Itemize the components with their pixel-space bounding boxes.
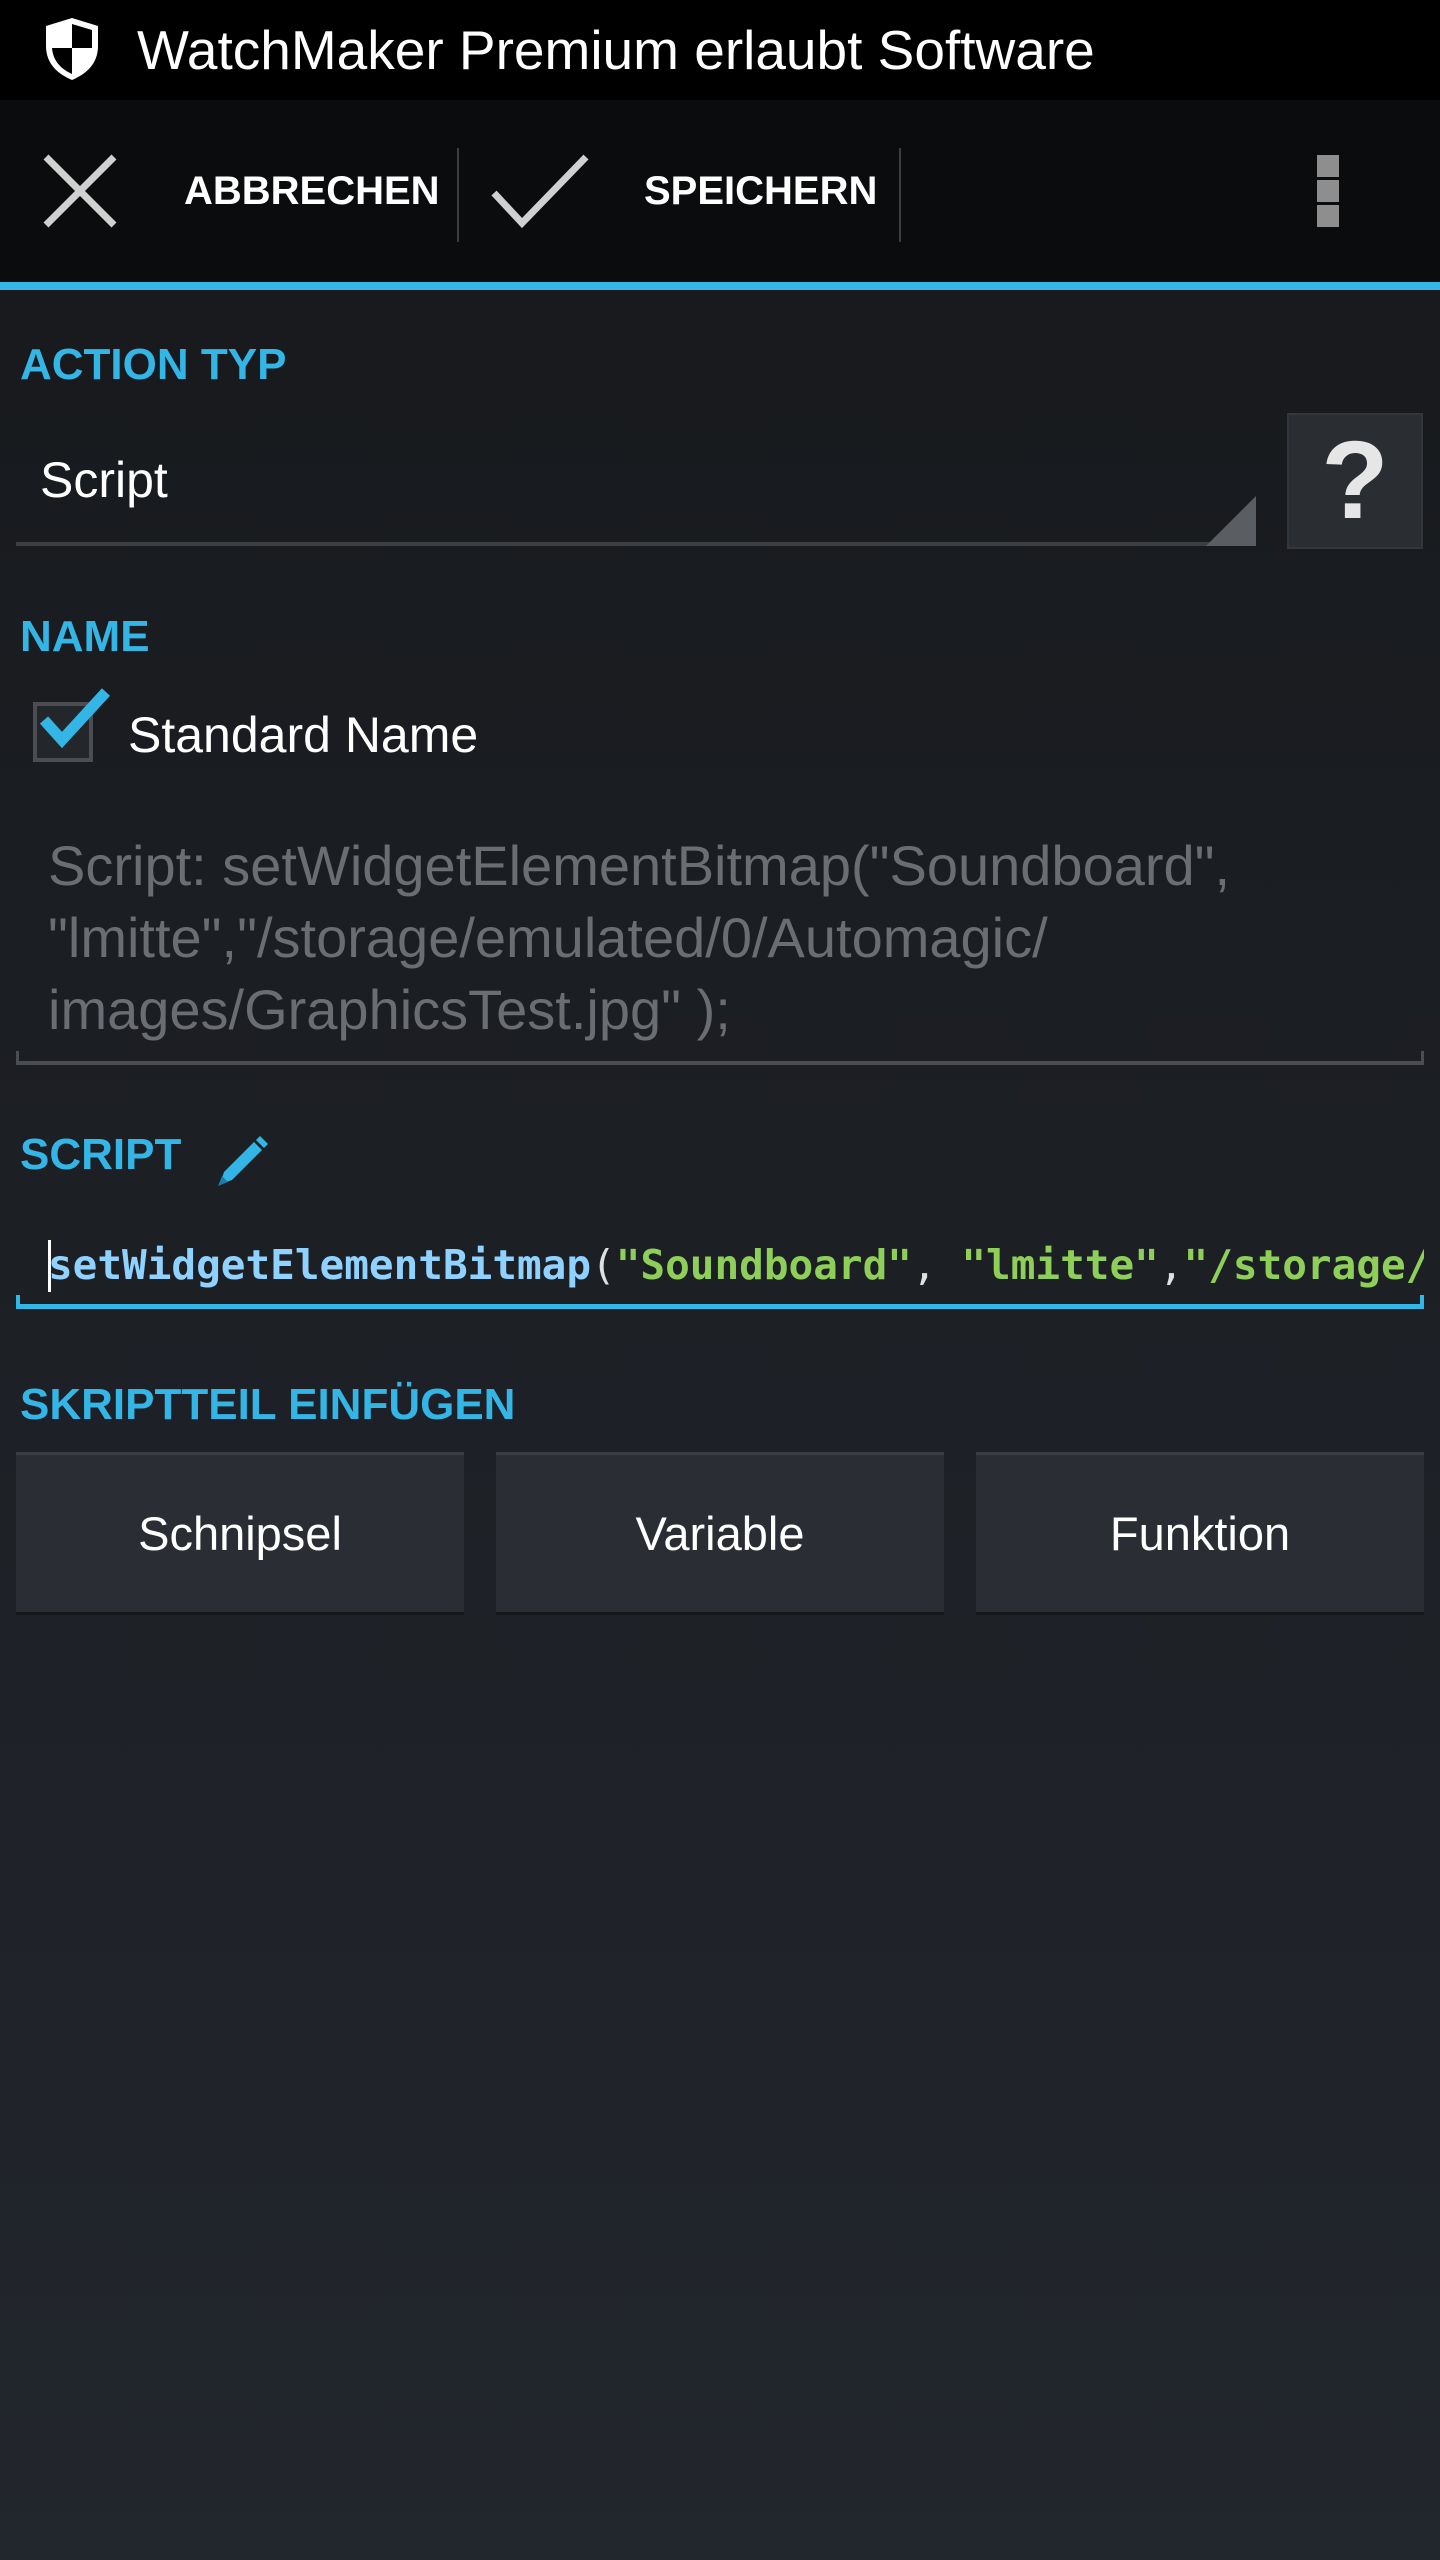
snippet-label: Schnipsel xyxy=(138,1507,342,1560)
name-field-underline xyxy=(16,1051,1424,1065)
pencil-icon[interactable] xyxy=(212,1132,272,1192)
code-arg: "Soundboard" xyxy=(615,1241,912,1289)
action-type-header: ACTION TYP xyxy=(20,340,287,389)
code-separator: , xyxy=(1158,1241,1184,1289)
save-button[interactable]: SPEICHERN xyxy=(460,100,900,282)
script-code: setWidgetElementBitmap("Soundboard", "lm… xyxy=(48,1220,1424,1310)
name-header: NAME xyxy=(20,612,150,661)
checkmark-icon xyxy=(39,688,111,749)
standard-name-label: Standard Name xyxy=(128,707,479,763)
action-bar-divider xyxy=(899,148,901,242)
standard-name-checkbox[interactable]: Standard Name xyxy=(28,688,628,780)
function-button[interactable]: Funktion xyxy=(976,1452,1424,1612)
function-label: Funktion xyxy=(1109,1507,1291,1560)
action-bar-divider xyxy=(457,148,459,242)
code-separator: , xyxy=(911,1241,962,1289)
action-type-spinner[interactable]: Script xyxy=(16,410,1256,550)
code-function: setWidgetElementBitmap xyxy=(48,1241,592,1289)
code-arg: "/storage/ xyxy=(1183,1241,1424,1289)
help-label: ? xyxy=(1321,419,1389,542)
overflow-menu-button[interactable] xyxy=(1270,100,1390,282)
snippet-button[interactable]: Schnipsel xyxy=(16,1452,464,1612)
variable-button[interactable]: Variable xyxy=(496,1452,944,1612)
close-icon xyxy=(43,154,117,228)
script-header: SCRIPT xyxy=(20,1130,182,1179)
script-input-underline xyxy=(16,1295,1424,1309)
code-paren: ( xyxy=(591,1241,616,1289)
spinner-arrow-icon xyxy=(1206,496,1256,546)
variable-label: Variable xyxy=(635,1507,805,1560)
spinner-underline xyxy=(16,542,1256,546)
code-arg: "lmitte" xyxy=(961,1241,1159,1289)
shield-icon xyxy=(46,18,98,80)
save-label: SPEICHERN xyxy=(644,169,878,213)
insert-header: SKRIPTTEIL EINFÜGEN xyxy=(20,1380,516,1429)
cancel-button[interactable]: ABBRECHEN xyxy=(0,100,455,282)
action-type-value: Script xyxy=(40,452,168,508)
status-bar: WatchMaker Premium erlaubt Software xyxy=(0,0,1440,100)
help-button[interactable]: ? xyxy=(1287,413,1423,549)
name-field: Script: setWidgetElementBitmap("Soundboa… xyxy=(16,830,1424,1065)
notification-text: WatchMaker Premium erlaubt Software xyxy=(137,19,1095,81)
cancel-label: ABBRECHEN xyxy=(184,169,440,213)
action-bar-divider-line xyxy=(0,282,1440,290)
text-caret xyxy=(48,1240,51,1292)
script-input[interactable]: setWidgetElementBitmap("Soundboard", "lm… xyxy=(16,1220,1424,1312)
checkmark-icon xyxy=(491,154,589,229)
name-field-text: Script: setWidgetElementBitmap("Soundboa… xyxy=(48,834,1231,1041)
